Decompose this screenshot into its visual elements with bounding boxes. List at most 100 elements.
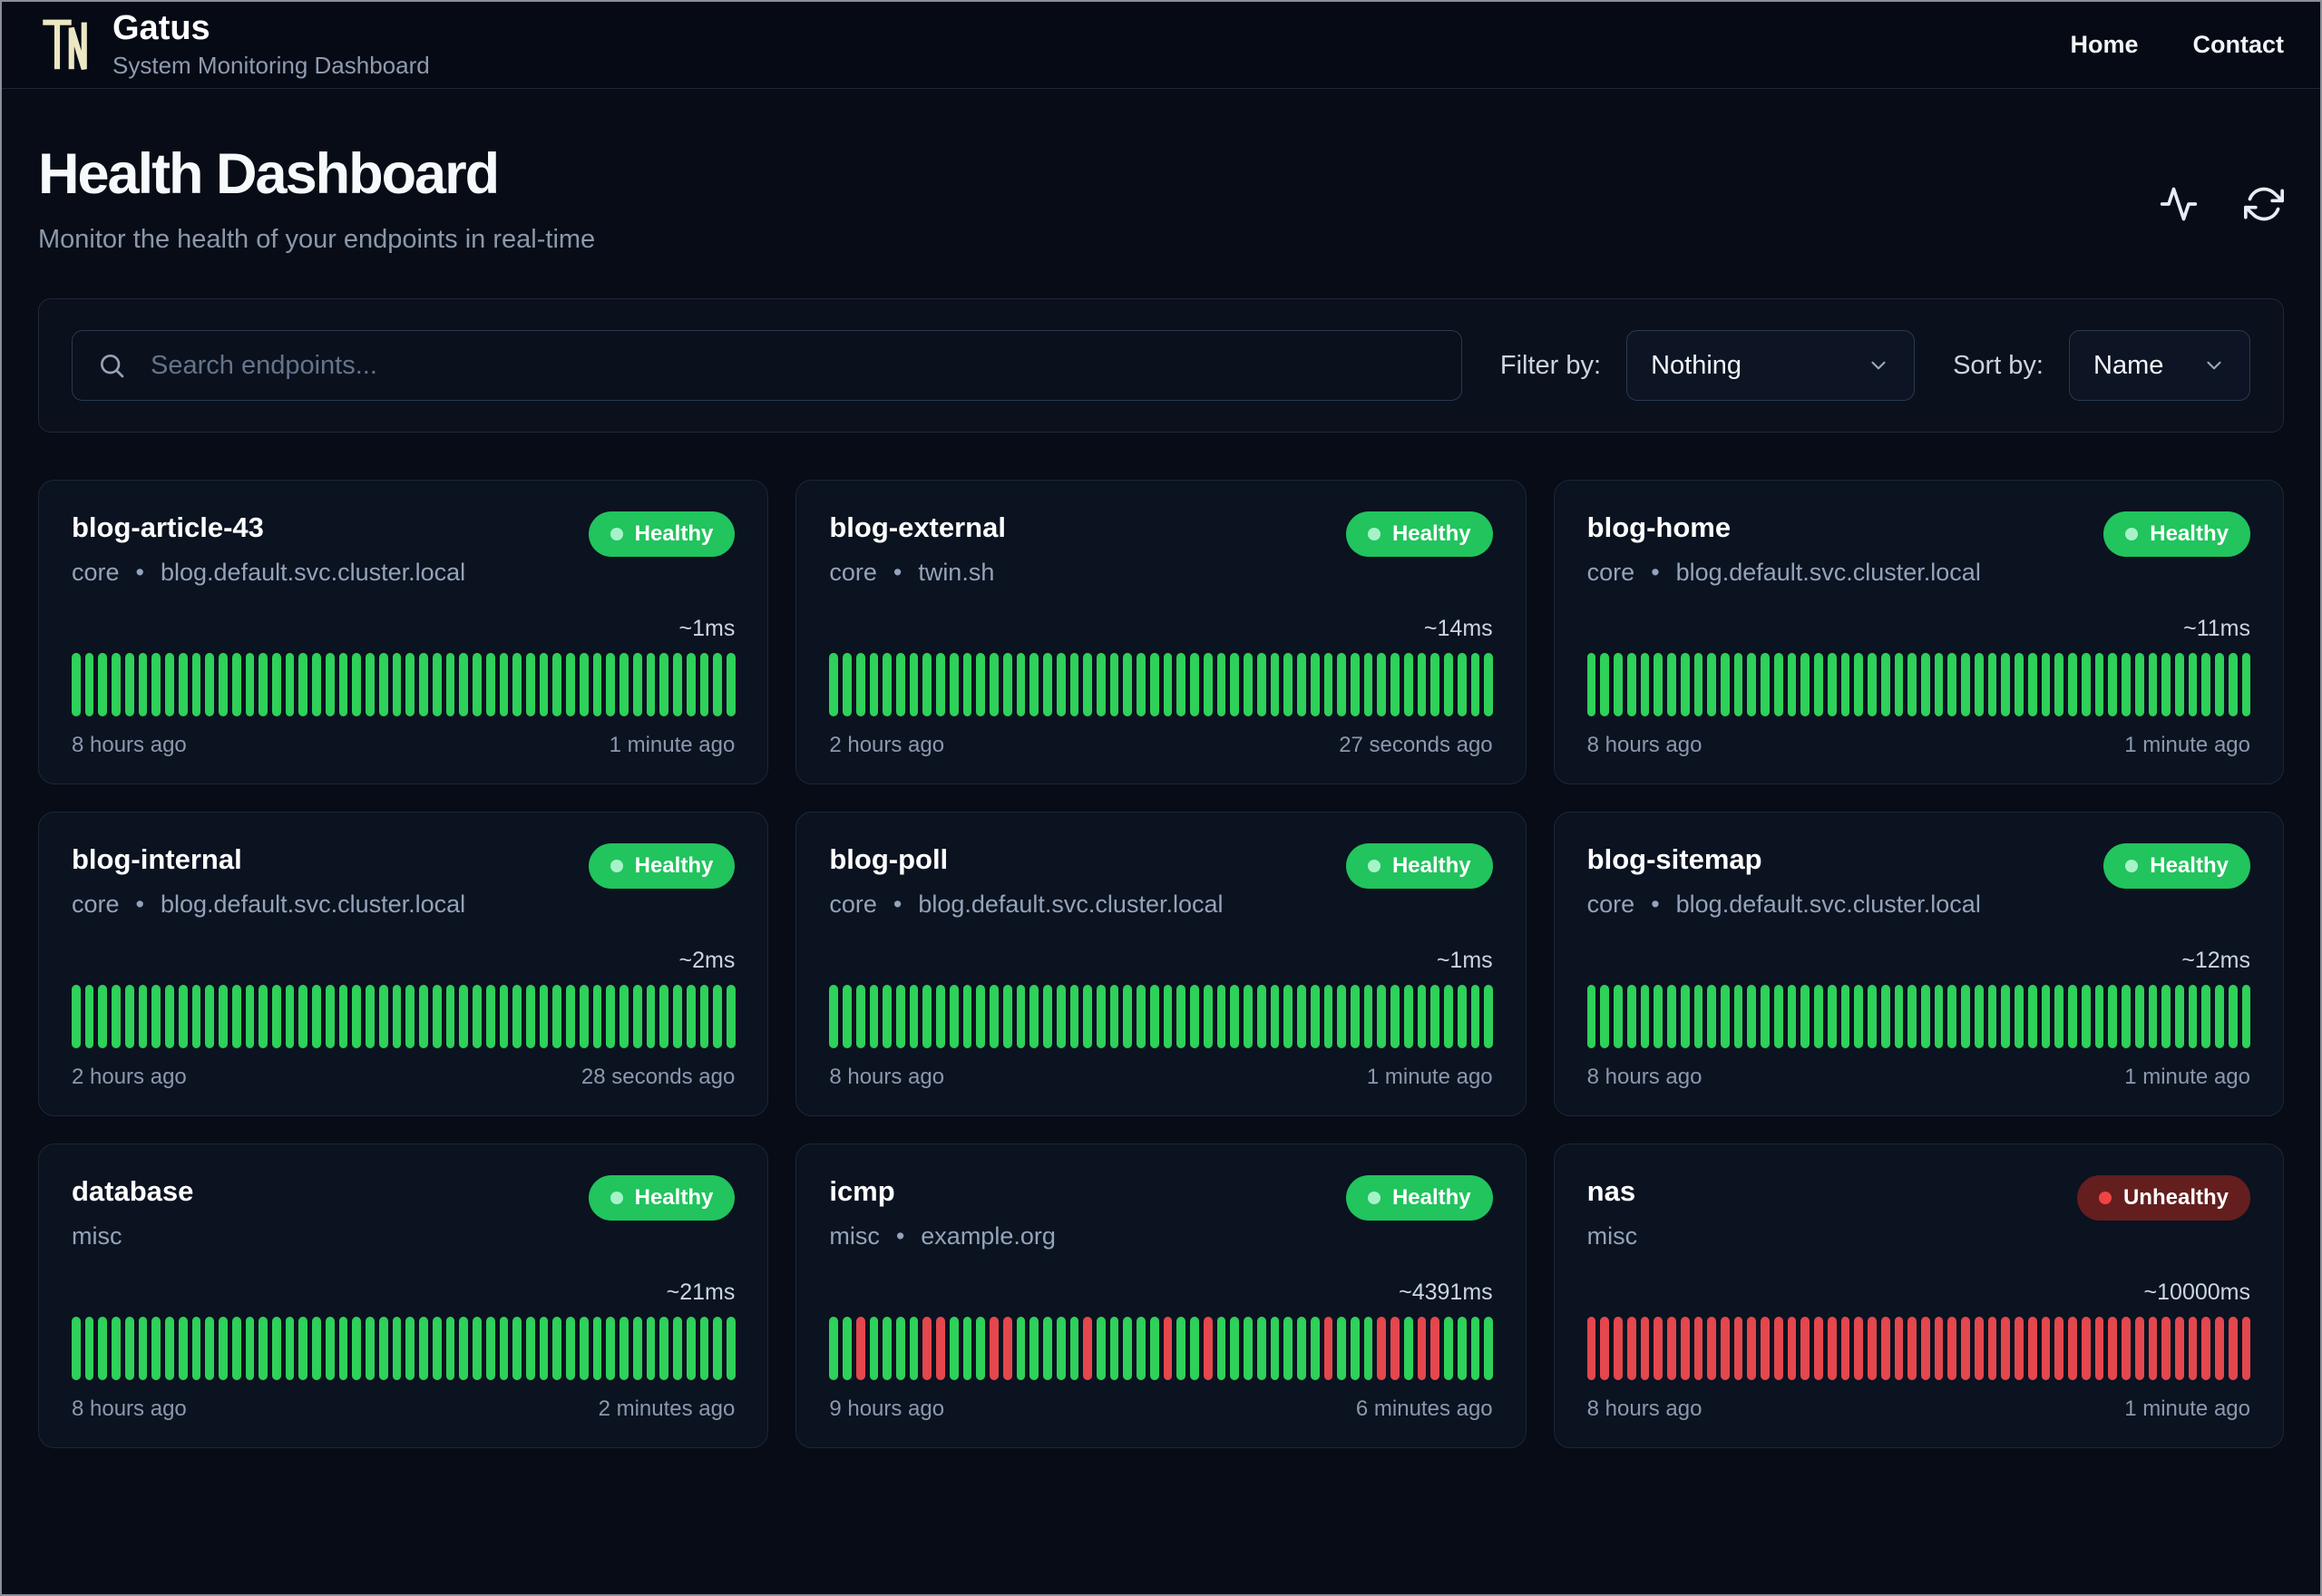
health-bar[interactable] <box>659 653 669 716</box>
health-bar[interactable] <box>1363 985 1373 1048</box>
health-bar[interactable] <box>699 985 709 1048</box>
health-bar[interactable] <box>1747 653 1757 716</box>
health-bar[interactable] <box>2122 985 2131 1048</box>
health-bar[interactable] <box>445 653 455 716</box>
health-bar[interactable] <box>1814 653 1823 716</box>
health-bar[interactable] <box>1190 653 1199 716</box>
health-bar[interactable] <box>976 985 986 1048</box>
health-bar[interactable] <box>2215 985 2224 1048</box>
health-bar[interactable] <box>592 1317 602 1380</box>
health-bar[interactable] <box>178 1317 188 1380</box>
health-bar[interactable] <box>2081 653 2091 716</box>
health-bar[interactable] <box>1614 1317 1623 1380</box>
health-bar[interactable] <box>2081 1317 2091 1380</box>
health-bar[interactable] <box>646 985 656 1048</box>
health-bar[interactable] <box>843 985 852 1048</box>
health-bar[interactable] <box>1390 1317 1400 1380</box>
health-bar[interactable] <box>1043 985 1052 1048</box>
health-bar[interactable] <box>405 985 415 1048</box>
health-bar[interactable] <box>829 653 839 716</box>
health-bar[interactable] <box>2041 653 2051 716</box>
health-bar[interactable] <box>338 1317 348 1380</box>
health-bar[interactable] <box>1109 653 1119 716</box>
endpoint-card[interactable]: blog-home core • blog.default.svc.cluste… <box>1553 480 2284 784</box>
health-bar[interactable] <box>1787 985 1797 1048</box>
health-bar[interactable] <box>2015 1317 2024 1380</box>
health-bar[interactable] <box>112 653 121 716</box>
health-bar[interactable] <box>1854 985 1864 1048</box>
health-bar[interactable] <box>1747 985 1757 1048</box>
health-bar[interactable] <box>245 653 255 716</box>
nav-link-home[interactable]: Home <box>2070 31 2138 59</box>
health-bar[interactable] <box>84 985 94 1048</box>
health-bar[interactable] <box>1894 1317 1904 1380</box>
health-bar[interactable] <box>1417 1317 1427 1380</box>
health-bar[interactable] <box>1109 1317 1119 1380</box>
health-bar[interactable] <box>512 653 522 716</box>
health-bar[interactable] <box>272 1317 281 1380</box>
health-bar[interactable] <box>2241 653 2251 716</box>
health-bar[interactable] <box>2027 653 2037 716</box>
health-bar[interactable] <box>606 653 616 716</box>
health-bar[interactable] <box>1721 985 1730 1048</box>
health-bar[interactable] <box>205 985 215 1048</box>
health-bar[interactable] <box>579 1317 589 1380</box>
health-bar[interactable] <box>1176 985 1186 1048</box>
health-bar[interactable] <box>1323 985 1333 1048</box>
health-bar[interactable] <box>949 653 959 716</box>
health-bar[interactable] <box>922 1317 932 1380</box>
health-bar[interactable] <box>485 985 495 1048</box>
health-bar[interactable] <box>922 985 932 1048</box>
health-bar[interactable] <box>1680 1317 1690 1380</box>
health-bar[interactable] <box>699 653 709 716</box>
health-bar[interactable] <box>883 653 892 716</box>
health-bar[interactable] <box>962 653 972 716</box>
health-bar[interactable] <box>84 1317 94 1380</box>
health-bar[interactable] <box>1800 653 1810 716</box>
health-bar[interactable] <box>2148 985 2158 1048</box>
health-bar[interactable] <box>552 1317 562 1380</box>
health-bar[interactable] <box>936 985 945 1048</box>
health-bar[interactable] <box>1733 1317 1743 1380</box>
health-bar[interactable] <box>1457 985 1467 1048</box>
health-bar[interactable] <box>499 653 509 716</box>
health-bar[interactable] <box>219 653 228 716</box>
health-bar[interactable] <box>1457 653 1467 716</box>
health-bar[interactable] <box>1337 653 1346 716</box>
health-bar[interactable] <box>445 985 455 1048</box>
health-bar[interactable] <box>1880 1317 1890 1380</box>
health-bar[interactable] <box>1149 653 1159 716</box>
health-bar[interactable] <box>2041 985 2051 1048</box>
search-input[interactable] <box>72 330 1462 401</box>
health-bar[interactable] <box>843 1317 852 1380</box>
health-bar[interactable] <box>1880 985 1890 1048</box>
health-bar[interactable] <box>1002 1317 1012 1380</box>
health-bar[interactable] <box>1814 1317 1823 1380</box>
health-bar[interactable] <box>566 985 575 1048</box>
health-bar[interactable] <box>231 985 241 1048</box>
health-bar[interactable] <box>1974 653 1984 716</box>
health-bar[interactable] <box>2108 1317 2118 1380</box>
health-bar[interactable] <box>1377 985 1387 1048</box>
health-bar[interactable] <box>124 653 134 716</box>
health-bar[interactable] <box>112 1317 121 1380</box>
health-bar[interactable] <box>2015 653 2024 716</box>
activity-icon[interactable] <box>2159 184 2199 224</box>
health-bar[interactable] <box>1961 1317 1970 1380</box>
health-bar[interactable] <box>151 1317 161 1380</box>
health-bar[interactable] <box>366 653 375 716</box>
health-bar[interactable] <box>432 985 442 1048</box>
health-bar[interactable] <box>1256 985 1266 1048</box>
health-bar[interactable] <box>1323 653 1333 716</box>
health-bar[interactable] <box>1163 653 1173 716</box>
health-bar[interactable] <box>592 985 602 1048</box>
health-bar[interactable] <box>1680 653 1690 716</box>
health-bar[interactable] <box>325 1317 335 1380</box>
health-bar[interactable] <box>713 1317 722 1380</box>
health-bar[interactable] <box>325 653 335 716</box>
health-bar[interactable] <box>922 653 932 716</box>
health-bar[interactable] <box>829 985 839 1048</box>
health-bar[interactable] <box>2122 653 2131 716</box>
health-bar[interactable] <box>1056 653 1066 716</box>
nav-link-contact[interactable]: Contact <box>2193 31 2285 59</box>
